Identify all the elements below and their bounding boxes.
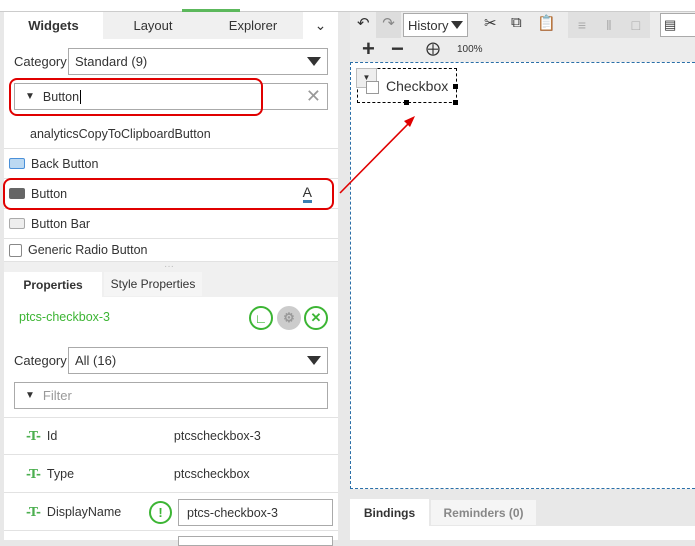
arrow-line <box>339 121 411 194</box>
annotation-arrow <box>339 116 415 194</box>
